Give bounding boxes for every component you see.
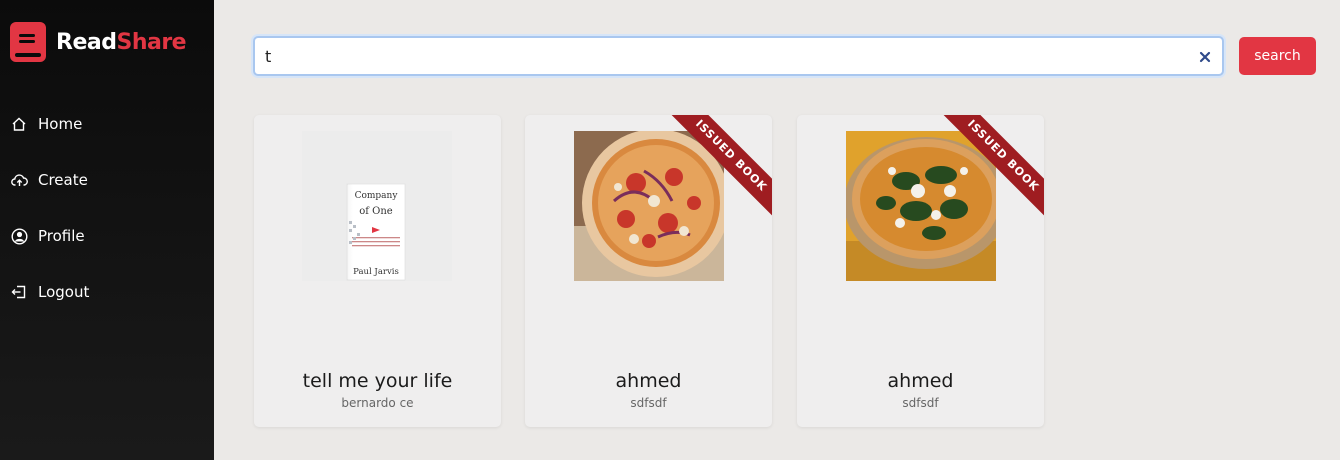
sidebar: ReadShare Home Create Profile Logout — [0, 0, 214, 460]
sidebar-item-label: Home — [38, 115, 83, 133]
logout-icon — [10, 283, 28, 301]
book-card[interactable]: ISSUED BOOK ahmed sdfsdf — [525, 115, 772, 427]
sidebar-item-profile[interactable]: Profile — [0, 208, 214, 264]
issued-badge: ISSUED BOOK — [662, 115, 772, 225]
cloud-upload-icon — [10, 171, 28, 189]
search-input[interactable] — [265, 45, 1165, 67]
brand-name-part2: Share — [116, 29, 187, 55]
issued-ribbon: ISSUED BOOK — [662, 115, 772, 225]
book-title: ahmed — [887, 370, 954, 392]
brand-name-part1: Read — [56, 29, 117, 55]
svg-text:Paul Jarvis: Paul Jarvis — [353, 267, 399, 277]
home-icon — [10, 115, 28, 133]
book-title: ahmed — [615, 370, 682, 392]
svg-text:of One: of One — [359, 206, 393, 217]
brand-name: ReadShare — [56, 29, 187, 55]
search-box — [253, 36, 1224, 76]
brand[interactable]: ReadShare — [10, 22, 187, 62]
sidebar-item-create[interactable]: Create — [0, 152, 214, 208]
sidebar-item-home[interactable]: Home — [0, 96, 214, 152]
sidebar-item-label: Profile — [38, 227, 85, 245]
sidebar-item-logout[interactable]: Logout — [0, 264, 214, 320]
book-card[interactable]: ISSUED BOOK ahmed sdfsdf — [797, 115, 1044, 427]
issued-ribbon: ISSUED BOOK — [934, 115, 1044, 225]
search-button[interactable]: search — [1239, 37, 1316, 75]
book-author: bernardo ce — [341, 396, 414, 410]
sidebar-item-label: Create — [38, 171, 88, 189]
book-card[interactable]: Company of One Paul Jarvis tell me your … — [254, 115, 501, 427]
book-logo-icon — [10, 22, 46, 62]
sidebar-nav: Home Create Profile Logout — [0, 96, 214, 320]
user-circle-icon — [10, 227, 28, 245]
book-title: tell me your life — [302, 370, 453, 392]
close-icon[interactable] — [1198, 50, 1212, 64]
book-author: sdfsdf — [630, 396, 667, 410]
book-cover-image: Company of One Paul Jarvis — [302, 131, 452, 281]
svg-text:Company: Company — [355, 191, 399, 201]
issued-badge: ISSUED BOOK — [934, 115, 1044, 225]
book-author: sdfsdf — [902, 396, 939, 410]
sidebar-item-label: Logout — [38, 283, 90, 301]
